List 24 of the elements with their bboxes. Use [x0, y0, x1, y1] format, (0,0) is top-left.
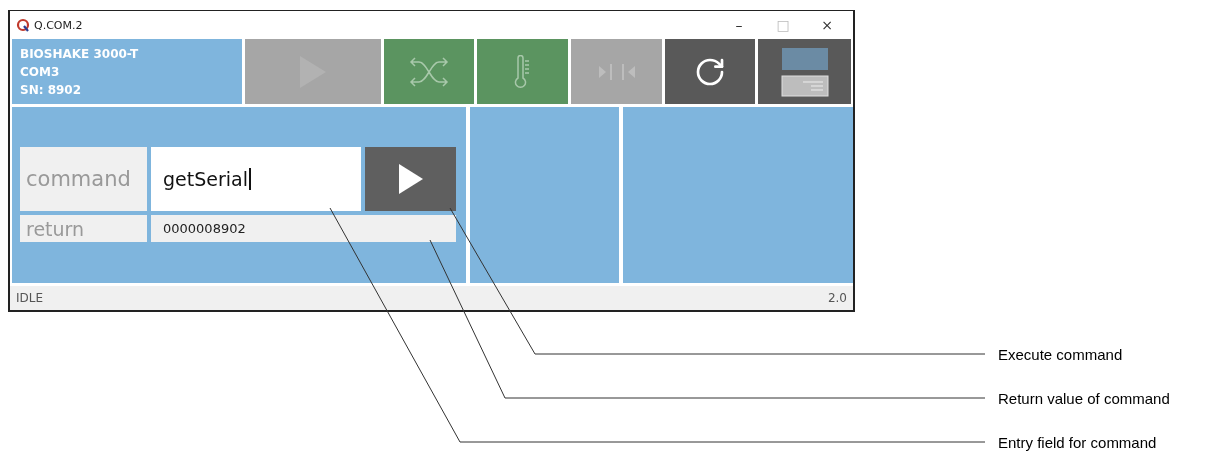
layout-icon — [780, 45, 829, 98]
return-value-field: 0000008902 — [151, 215, 456, 242]
version-text: 2.0 — [827, 291, 847, 305]
toolbar-button[interactable] — [664, 39, 756, 104]
toolbar-button[interactable] — [758, 39, 852, 104]
play-icon — [397, 163, 424, 195]
return-label: return — [20, 215, 147, 242]
device-info-text: SN: 8902 — [20, 81, 83, 99]
shuffle-icon — [408, 55, 449, 88]
device-info-text: BIOSHAKE 3000-T — [20, 45, 140, 63]
status-text: IDLE — [16, 291, 44, 305]
minimize-button[interactable]: – — [719, 16, 759, 34]
callout-label: Execute command — [998, 345, 1124, 364]
close-button[interactable]: × — [807, 16, 847, 34]
toolbar-button[interactable] — [476, 39, 569, 104]
app-logo-icon — [16, 18, 30, 32]
window-title: Q.COM.2 — [34, 18, 84, 32]
device-info-text: COM3 — [20, 63, 61, 81]
command-input-field[interactable]: getSerial — [151, 147, 361, 211]
execute-button[interactable] — [365, 147, 456, 211]
command-label: command — [20, 147, 147, 211]
thermometer-icon — [513, 54, 532, 89]
callout-label: Entry field for command — [998, 433, 1158, 452]
callout-label: Return value of command — [998, 389, 1170, 408]
